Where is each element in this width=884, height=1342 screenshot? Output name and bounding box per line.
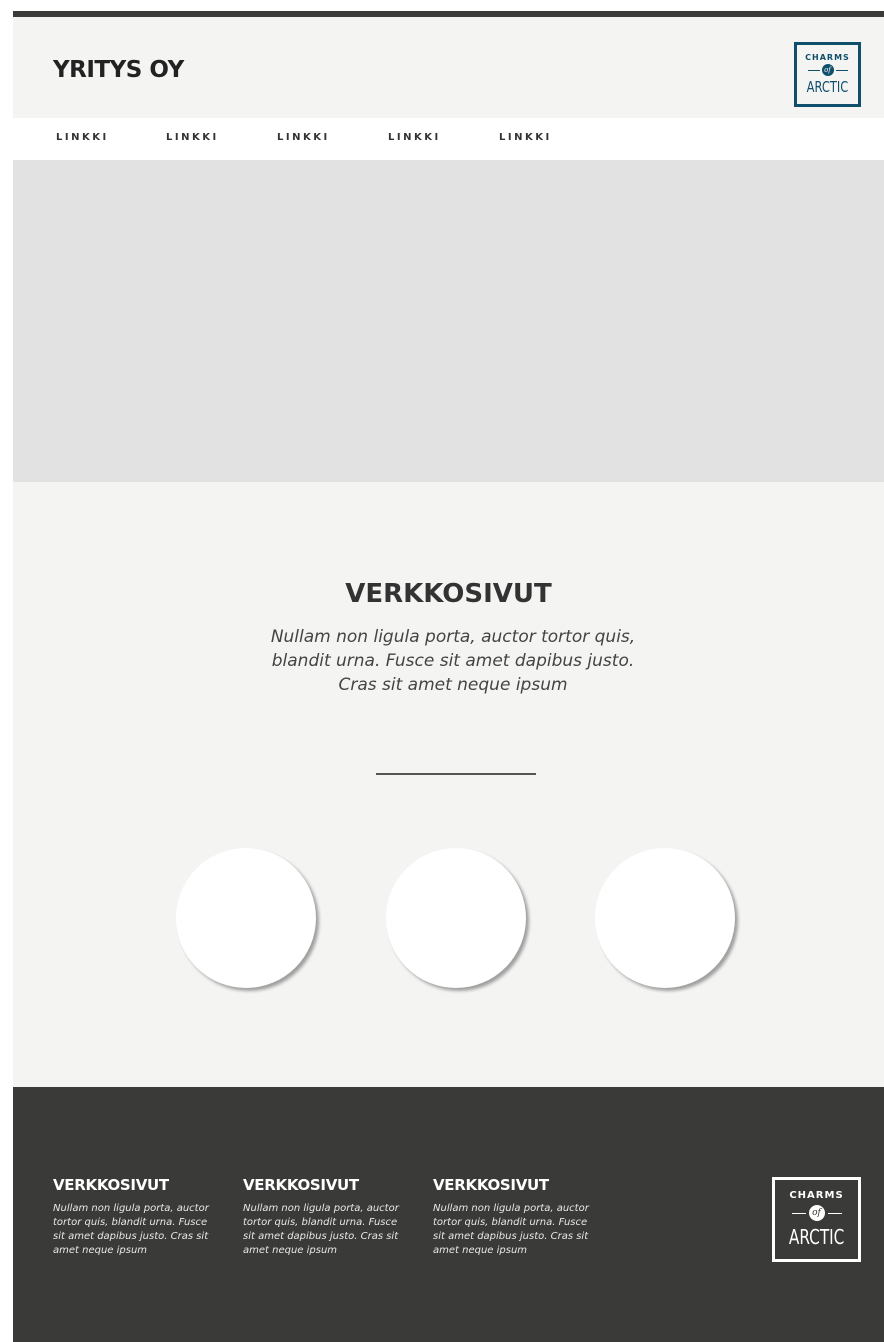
logo-of-badge: of (808, 1205, 825, 1221)
logo-line-left (791, 1212, 806, 1214)
nav-link-4[interactable]: LINKKI (388, 132, 441, 143)
logo-line-left (807, 69, 820, 71)
nav-link-3[interactable]: LINKKI (277, 132, 330, 143)
logo-bottom-text: ARCTIC (788, 1225, 845, 1249)
brand-name[interactable]: YRITYS OY (53, 57, 184, 83)
site-header: YRITYS OY CHARMS of ARCTIC (13, 17, 884, 118)
feature-circle-2[interactable] (386, 848, 526, 988)
hero-image-placeholder (13, 160, 884, 482)
logo-top-text: CHARMS (789, 1190, 844, 1201)
logo-line-right (835, 69, 848, 71)
footer-column-3: VERKKOSIVUT Nullam non ligula porta, auc… (433, 1176, 593, 1258)
footer-column-text: Nullam non ligula porta, auctor tortor q… (433, 1203, 589, 1256)
footer-column-title: VERKKOSIVUT (433, 1176, 549, 1194)
main-nav: LINKKI LINKKI LINKKI LINKKI LINKKI (13, 118, 884, 160)
logo-line-right (827, 1212, 842, 1214)
feature-circle-1[interactable] (176, 848, 316, 988)
section-description: Nullam non ligula porta, auctor tortor q… (270, 627, 636, 695)
footer-column-2: VERKKOSIVUT Nullam non ligula porta, auc… (243, 1176, 403, 1258)
page-frame: YRITYS OY CHARMS of ARCTIC LINKKI LINKKI… (13, 11, 884, 1342)
logo-middle: of (791, 1205, 842, 1221)
logo-top-text: CHARMS (805, 53, 850, 62)
footer-column-1: VERKKOSIVUT Nullam non ligula porta, auc… (53, 1176, 213, 1258)
footer-column-text: Nullam non ligula porta, auctor tortor q… (243, 1203, 399, 1256)
nav-link-1[interactable]: LINKKI (56, 132, 109, 143)
nav-link-5[interactable]: LINKKI (499, 132, 552, 143)
footer-column-title: VERKKOSIVUT (53, 1176, 169, 1194)
charms-of-arctic-logo[interactable]: CHARMS of ARCTIC (794, 42, 861, 107)
logo-middle: of (807, 64, 848, 76)
section-title: VERKKOSIVUT (345, 579, 552, 609)
nav-link-2[interactable]: LINKKI (166, 132, 219, 143)
footer-column-title: VERKKOSIVUT (243, 1176, 359, 1194)
logo-of-badge: of (821, 64, 834, 76)
logo-bottom-text: ARCTIC (806, 78, 849, 96)
footer-column-text: Nullam non ligula porta, auctor tortor q… (53, 1203, 209, 1256)
footer-logo[interactable]: CHARMS of ARCTIC (772, 1177, 861, 1262)
feature-circle-3[interactable] (595, 848, 735, 988)
section-divider (376, 773, 536, 775)
